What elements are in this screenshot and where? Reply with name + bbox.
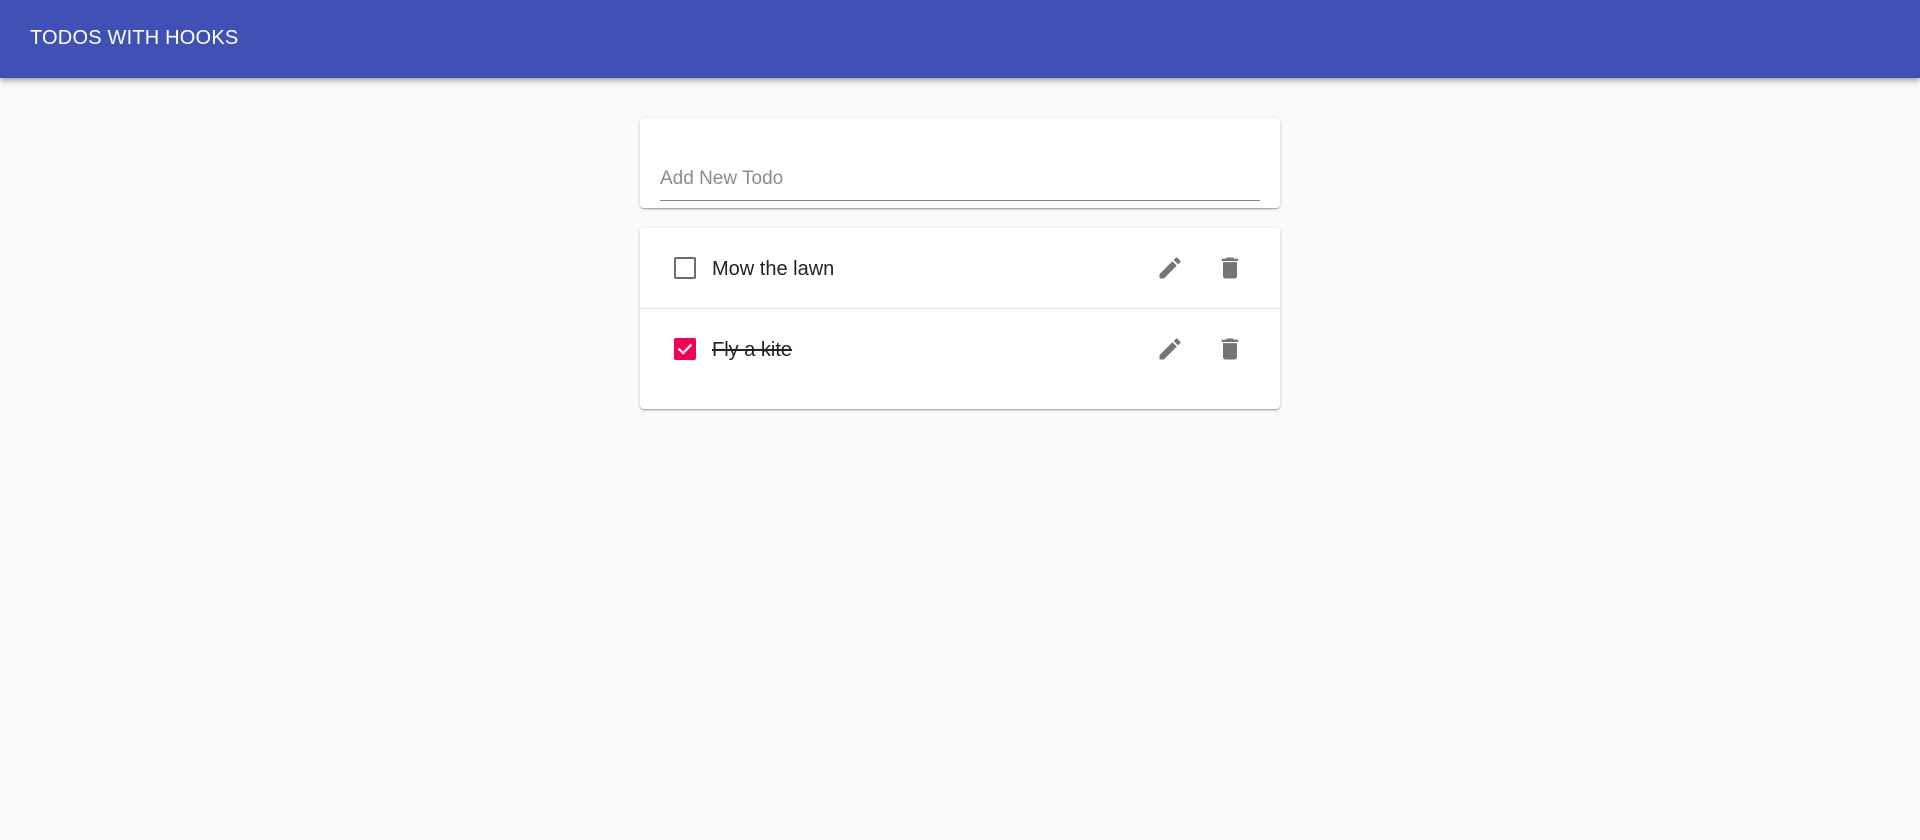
delete-button[interactable]: [1208, 327, 1252, 371]
todo-item: Mow the lawn: [640, 228, 1280, 309]
trash-icon: [1221, 338, 1239, 360]
edit-button[interactable]: [1148, 327, 1192, 371]
todo-checkbox[interactable]: [674, 338, 696, 360]
app-bar: TODOS WITH HOOKS: [0, 0, 1920, 78]
edit-button[interactable]: [1148, 246, 1192, 290]
pencil-icon: [1159, 338, 1181, 360]
checkmark-icon: [677, 343, 693, 355]
new-todo-field[interactable]: [660, 160, 1260, 201]
new-todo-form: [640, 118, 1280, 208]
delete-button[interactable]: [1208, 246, 1252, 290]
todo-list: Mow the lawn Fly a kite: [640, 228, 1280, 409]
todo-text: Mow the lawn: [712, 258, 835, 280]
app-title: TODOS WITH HOOKS: [30, 27, 239, 49]
todo-text: Fly a kite: [712, 339, 793, 361]
pencil-icon: [1159, 257, 1181, 279]
todo-item: Fly a kite: [640, 309, 1280, 389]
new-todo-input[interactable]: [660, 160, 1260, 198]
trash-icon: [1221, 257, 1239, 279]
todo-checkbox[interactable]: [674, 257, 696, 279]
